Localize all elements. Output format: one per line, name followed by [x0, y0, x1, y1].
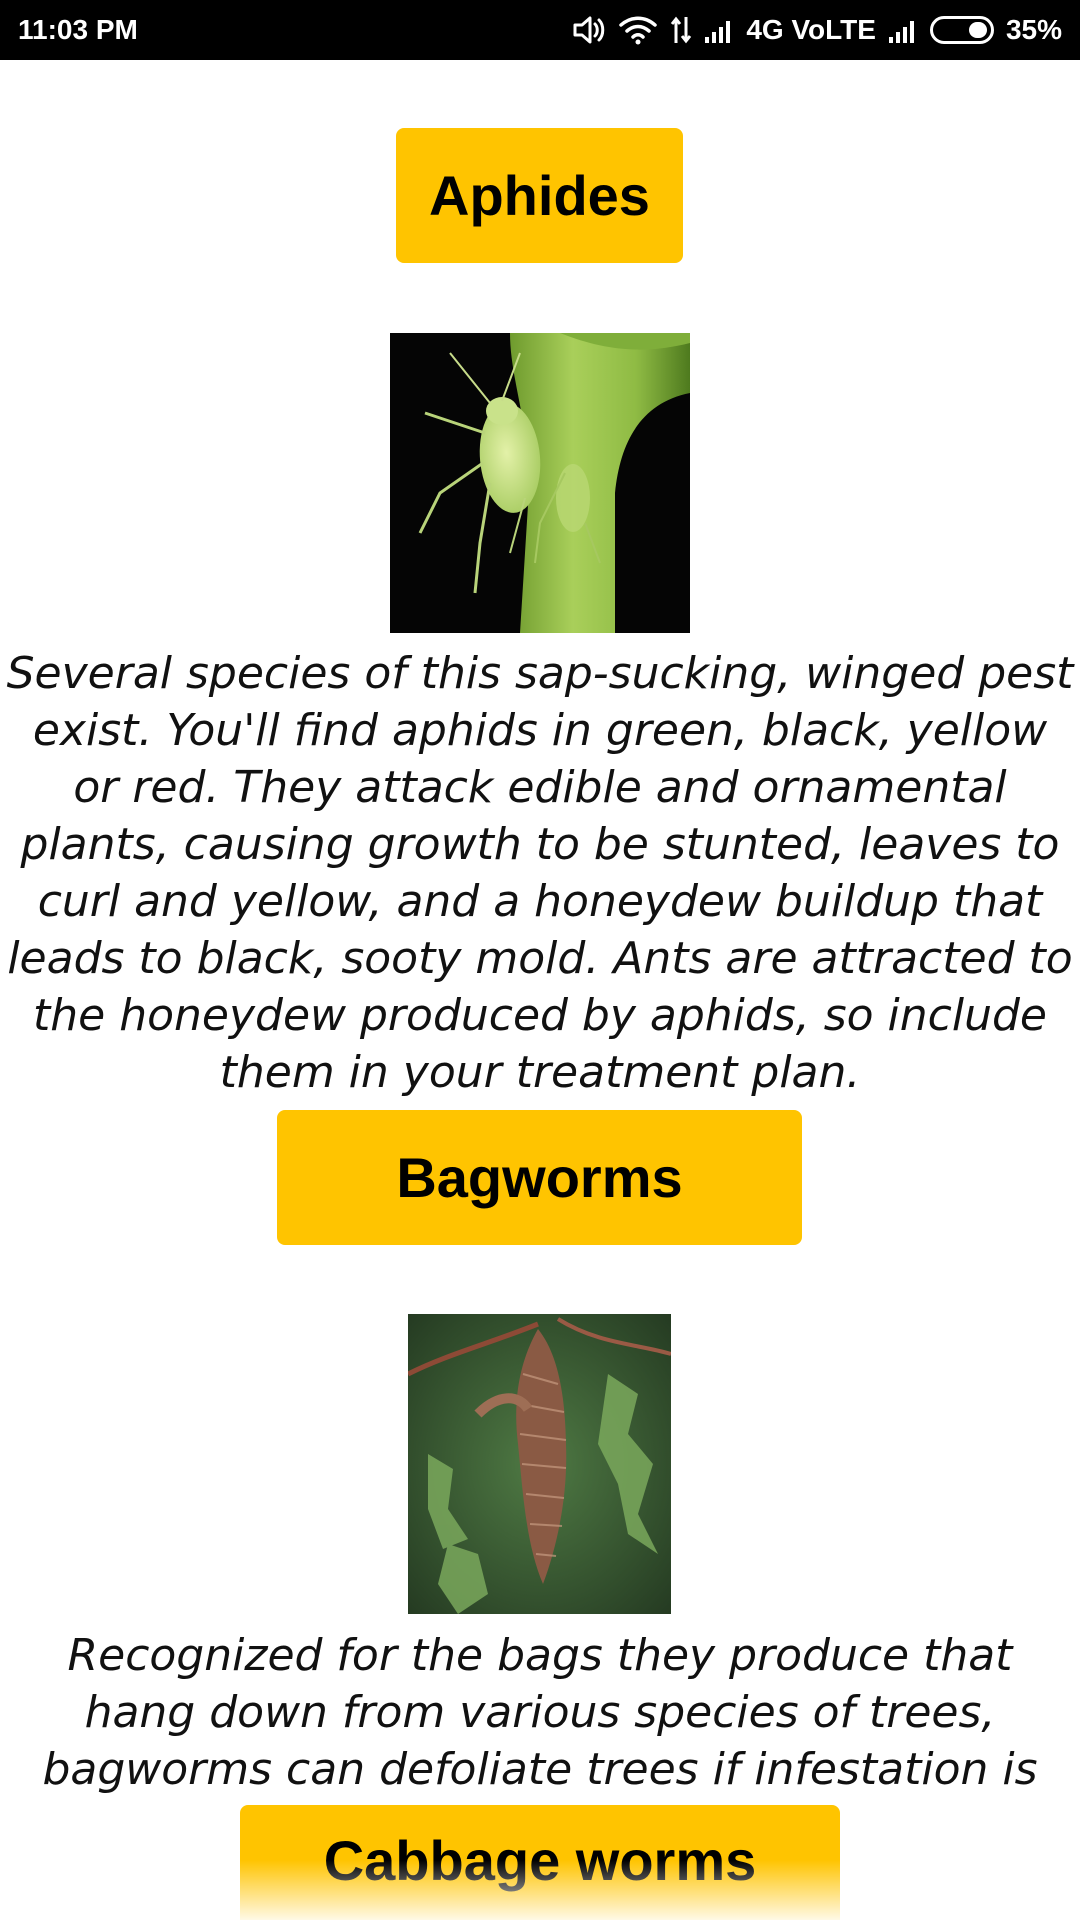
data-arrows-icon: [670, 15, 692, 45]
pest-button-cabbage-worms[interactable]: Cabbage worms: [240, 1805, 840, 1920]
signal-icon: [888, 17, 918, 43]
pest-button-aphides[interactable]: Aphides: [396, 128, 683, 263]
status-bar: 11:03 PM 4G VoLTE 35%: [0, 0, 1080, 60]
signal-icon: [704, 17, 734, 43]
aphid-photo: [390, 333, 690, 633]
status-time: 11:03 PM: [18, 14, 138, 45]
pest-button-label: Aphides: [429, 164, 650, 227]
battery-percent: 35%: [1005, 14, 1062, 45]
status-icons: 4G VoLTE 35%: [572, 14, 1062, 46]
volume-icon: [572, 15, 606, 45]
bagworm-photo: [408, 1314, 671, 1614]
battery-icon: [929, 16, 994, 44]
pest-button-label: Bagworms: [396, 1146, 683, 1209]
pest-description-aphides: Several species of this sap-sucking, win…: [6, 648, 1074, 1098]
network-label: 4G VoLTE: [746, 14, 876, 45]
pest-button-label: Cabbage worms: [323, 1829, 757, 1892]
screen: 11:03 PM 4G VoLTE 35% Aphides Several sp…: [0, 0, 1080, 1920]
pest-button-bagworms[interactable]: Bagworms: [277, 1110, 802, 1245]
wifi-icon: [618, 15, 658, 45]
